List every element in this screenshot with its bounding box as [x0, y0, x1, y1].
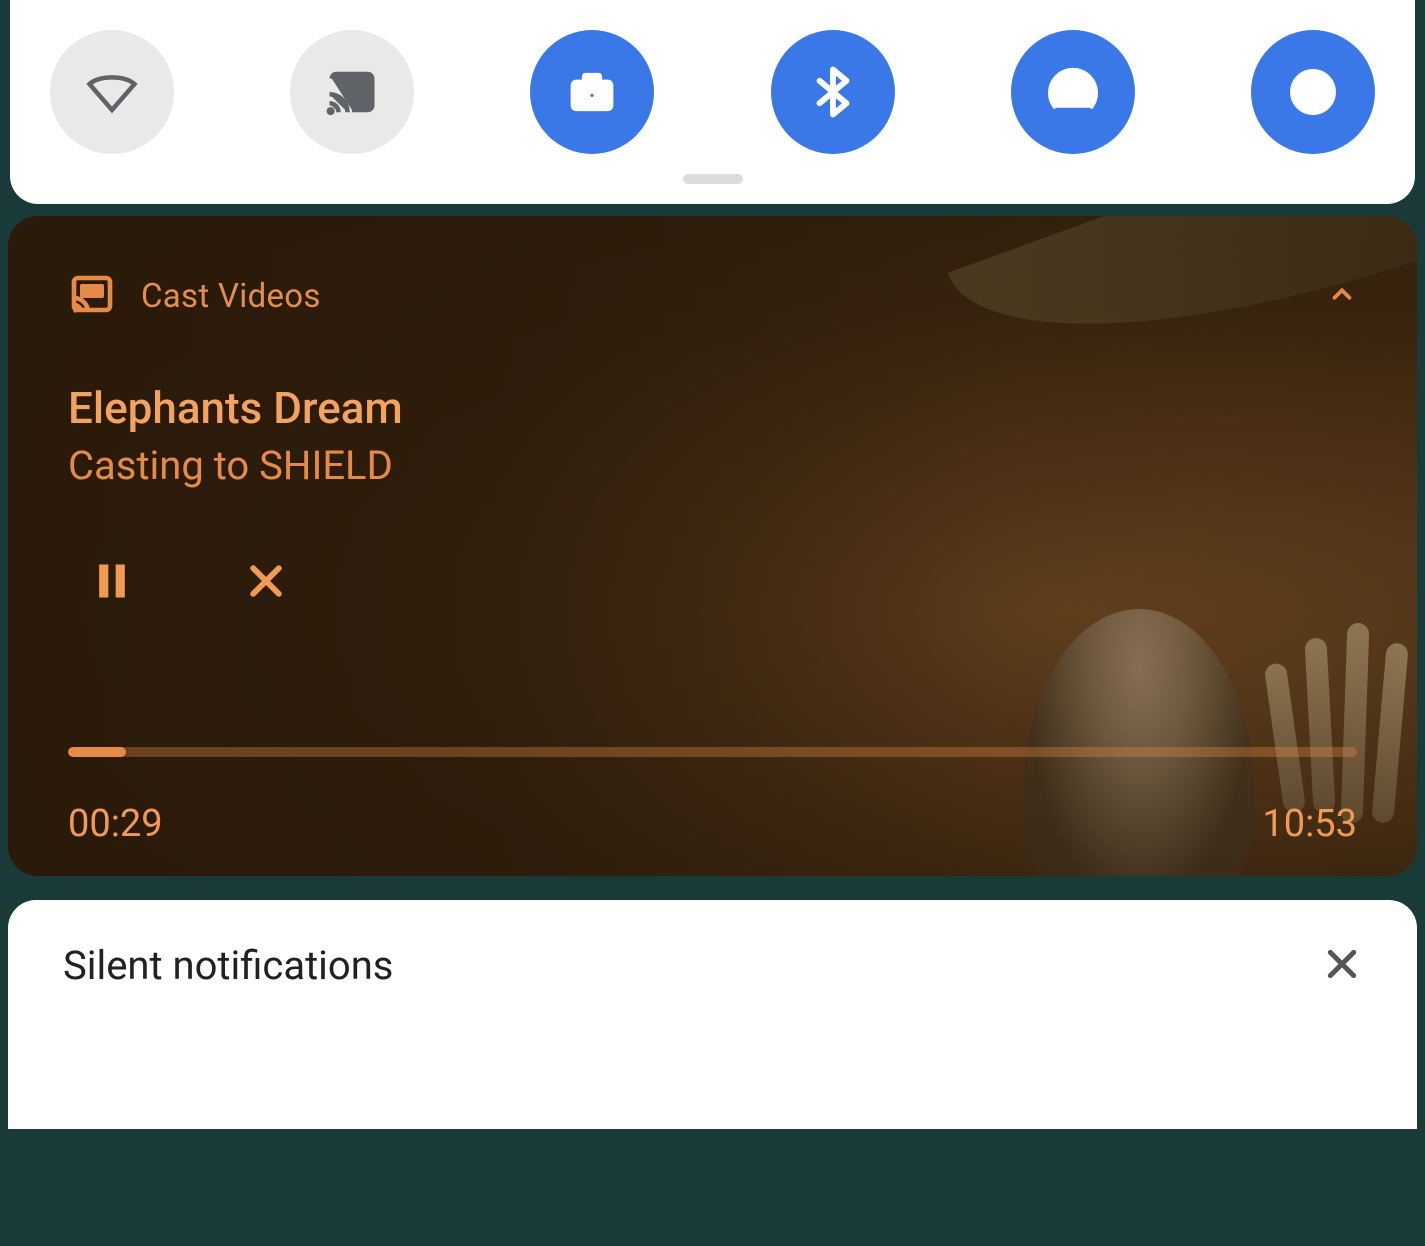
- media-header: Cast Videos: [68, 270, 1357, 322]
- work-profile-icon: [565, 65, 619, 119]
- elapsed-time: 00:29: [68, 802, 163, 846]
- close-icon: [244, 559, 288, 603]
- media-app-name: Cast Videos: [141, 277, 321, 316]
- stop-casting-button[interactable]: [244, 559, 288, 607]
- do-not-disturb-icon: [1286, 65, 1340, 119]
- drag-handle-icon: [683, 174, 743, 184]
- hotspot-toggle[interactable]: [1011, 30, 1135, 154]
- collapse-button[interactable]: [1327, 279, 1357, 313]
- bluetooth-toggle[interactable]: [771, 30, 895, 154]
- quick-settings-panel: [10, 0, 1415, 204]
- clear-silent-button[interactable]: [1322, 944, 1362, 988]
- silent-notifications-section[interactable]: Silent notifications: [8, 900, 1417, 1129]
- pause-button[interactable]: [90, 559, 134, 607]
- duration-time: 10:53: [1262, 802, 1357, 846]
- quick-settings-row: [50, 30, 1375, 154]
- progress-bar[interactable]: [68, 747, 1357, 757]
- cast-connected-icon: [68, 270, 116, 322]
- cast-icon: [325, 65, 379, 119]
- panel-expand-handle[interactable]: [50, 174, 1375, 184]
- progress-fill: [68, 747, 126, 757]
- media-notification[interactable]: Cast Videos Elephants Dream Casting to S…: [8, 216, 1417, 876]
- progress-container: 00:29 10:53: [68, 747, 1357, 846]
- close-icon: [1322, 944, 1362, 984]
- work-profile-toggle[interactable]: [530, 30, 654, 154]
- media-title: Elephants Dream: [68, 382, 1357, 434]
- chevron-up-icon: [1327, 279, 1357, 309]
- bluetooth-icon: [806, 65, 860, 119]
- pause-icon: [90, 559, 134, 603]
- cast-toggle[interactable]: [290, 30, 414, 154]
- hotspot-icon: [1046, 65, 1100, 119]
- wifi-toggle[interactable]: [50, 30, 174, 154]
- media-subtitle: Casting to SHIELD: [68, 442, 1357, 489]
- silent-notifications-label: Silent notifications: [63, 942, 393, 989]
- media-controls: [68, 559, 1357, 607]
- dnd-toggle[interactable]: [1251, 30, 1375, 154]
- wifi-icon: [85, 65, 139, 119]
